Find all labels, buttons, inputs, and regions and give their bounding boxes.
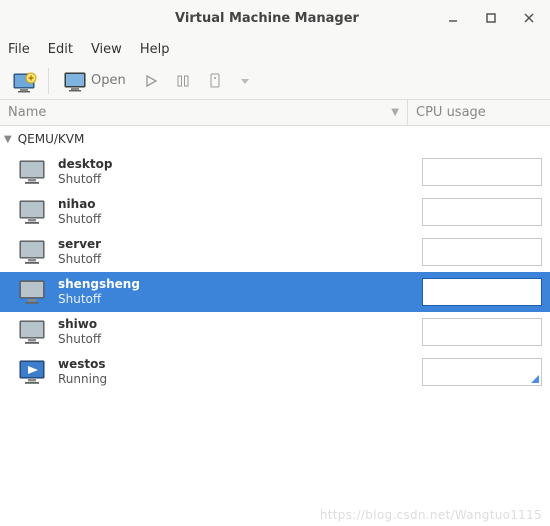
cpu-usage-cell	[422, 318, 542, 346]
vm-text: nihaoShutoff	[58, 197, 101, 227]
pause-icon	[176, 74, 190, 88]
vm-name: desktop	[58, 157, 112, 172]
minimize-button[interactable]	[446, 11, 460, 25]
vm-text: desktopShutoff	[58, 157, 112, 187]
cpu-sparkline	[531, 375, 539, 383]
connection-group[interactable]: ▼ QEMU/KVM	[0, 126, 550, 152]
menubar: File Edit View Help	[0, 36, 550, 62]
shutdown-menu-button[interactable]	[234, 66, 256, 96]
vm-row[interactable]: serverShutoff	[0, 232, 550, 272]
vm-state: Shutoff	[58, 252, 101, 267]
run-button[interactable]	[138, 66, 164, 96]
vm-state: Shutoff	[58, 212, 101, 227]
cpu-usage-cell	[422, 358, 542, 386]
menu-file[interactable]: File	[8, 42, 30, 57]
toolbar: Open	[0, 62, 550, 100]
chevron-down-icon: ▼	[4, 134, 12, 145]
vm-name: westos	[58, 357, 107, 372]
menu-view[interactable]: View	[91, 42, 122, 57]
chevron-down-icon	[240, 76, 250, 86]
monitor-new-icon	[12, 72, 34, 90]
vm-row[interactable]: shengshengShutoff	[0, 272, 550, 312]
vm-state: Shutoff	[58, 292, 140, 307]
shutdown-icon	[208, 73, 222, 89]
shutdown-button[interactable]	[202, 66, 228, 96]
vm-text: shiwoShutoff	[58, 317, 101, 347]
vm-text: shengshengShutoff	[58, 277, 140, 307]
titlebar: Virtual Machine Manager	[0, 0, 550, 36]
vm-list: ▼ QEMU/KVM desktopShutoffnihaoShutoffser…	[0, 126, 550, 526]
cpu-usage-cell	[422, 278, 542, 306]
monitor-off-icon	[16, 319, 50, 345]
column-header-cpu[interactable]: CPU usage	[408, 105, 550, 120]
connection-label: QEMU/KVM	[18, 132, 85, 146]
vm-state: Shutoff	[58, 332, 101, 347]
toolbar-separator	[48, 68, 49, 94]
play-icon	[144, 74, 158, 88]
vm-row[interactable]: desktopShutoff	[0, 152, 550, 192]
open-vm-button[interactable]: Open	[57, 66, 132, 96]
column-header-name-label: Name	[8, 105, 46, 120]
watermark: https://blog.csdn.net/Wangtuo1115	[320, 508, 542, 522]
window-title: Virtual Machine Manager	[88, 11, 446, 26]
monitor-off-icon	[16, 159, 50, 185]
cpu-usage-cell	[422, 238, 542, 266]
cpu-usage-cell	[422, 158, 542, 186]
maximize-button[interactable]	[484, 11, 498, 25]
column-header-row: Name ▼ CPU usage	[0, 100, 550, 126]
vm-row[interactable]: nihaoShutoff	[0, 192, 550, 232]
vm-name: server	[58, 237, 101, 252]
pause-button[interactable]	[170, 66, 196, 96]
column-header-name[interactable]: Name ▼	[0, 100, 408, 125]
monitor-running-icon	[16, 359, 50, 385]
vm-name: nihao	[58, 197, 101, 212]
window-controls	[446, 11, 536, 25]
column-header-cpu-label: CPU usage	[416, 105, 486, 120]
vm-state: Shutoff	[58, 172, 112, 187]
vm-state: Running	[58, 372, 107, 387]
vm-name: shengsheng	[58, 277, 140, 292]
sort-indicator-icon: ▼	[391, 107, 399, 118]
new-vm-button[interactable]	[6, 66, 40, 96]
monitor-off-icon	[16, 199, 50, 225]
open-button-label: Open	[91, 73, 126, 88]
vm-name: shiwo	[58, 317, 101, 332]
close-button[interactable]	[522, 11, 536, 25]
monitor-icon	[63, 72, 85, 90]
vm-row[interactable]: shiwoShutoff	[0, 312, 550, 352]
monitor-off-icon	[16, 239, 50, 265]
menu-edit[interactable]: Edit	[48, 42, 73, 57]
monitor-off-icon	[16, 279, 50, 305]
vm-text: serverShutoff	[58, 237, 101, 267]
vm-text: westosRunning	[58, 357, 107, 387]
menu-help[interactable]: Help	[140, 42, 170, 57]
vm-row[interactable]: westosRunning	[0, 352, 550, 392]
cpu-usage-cell	[422, 198, 542, 226]
